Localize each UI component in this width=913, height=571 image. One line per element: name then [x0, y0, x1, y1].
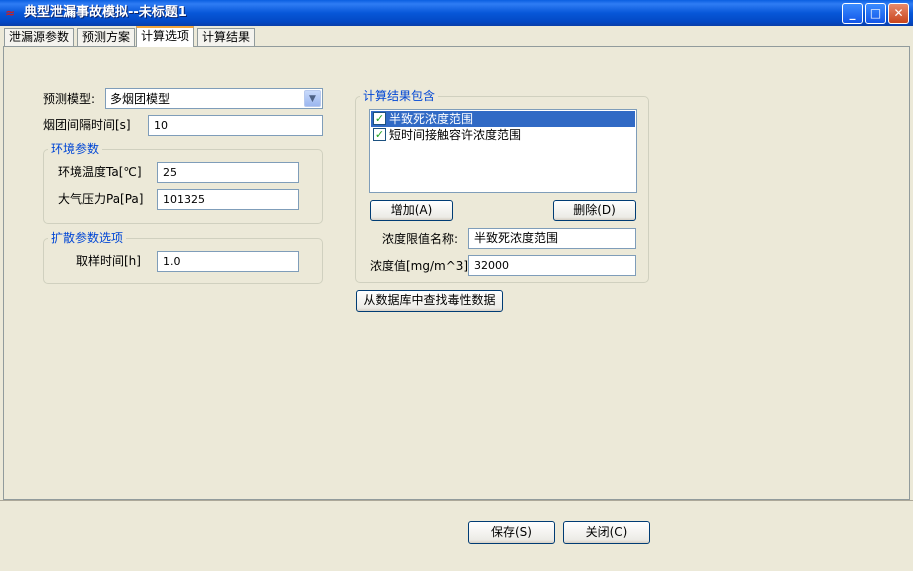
- tab-prediction-plan[interactable]: 预测方案: [77, 28, 136, 46]
- list-item[interactable]: ✓ 半致死浓度范围: [371, 111, 635, 127]
- minimize-button[interactable]: _: [842, 3, 863, 24]
- footer-divider: [0, 500, 913, 501]
- limit-name-input[interactable]: 半致死浓度范围: [468, 228, 636, 249]
- tab-leak-source-params[interactable]: 泄漏源参数: [4, 28, 75, 46]
- window-title: 典型泄漏事故模拟--未标题1: [24, 5, 187, 20]
- model-label: 预测模型:: [43, 92, 96, 106]
- title-bar[interactable]: ≈ 典型泄漏事故模拟--未标题1 _ □ ✕: [0, 0, 913, 26]
- save-button[interactable]: 保存(S): [468, 521, 555, 544]
- concentration-label: 浓度值[mg/m^3]:: [370, 259, 473, 273]
- env-params-group: [43, 149, 323, 224]
- chevron-down-icon[interactable]: ▼: [304, 90, 321, 107]
- app-icon: ≈: [5, 6, 16, 20]
- concentration-input[interactable]: 32000: [468, 255, 636, 276]
- tab-calc-results[interactable]: 计算结果: [197, 28, 256, 46]
- close-window-button[interactable]: ✕: [888, 3, 909, 24]
- interval-input[interactable]: 10: [148, 115, 323, 136]
- pressure-label: 大气压力Pa[Pa]: [58, 192, 144, 206]
- checkbox-checked-icon[interactable]: ✓: [373, 128, 386, 141]
- diffusion-title: 扩散参数选项: [48, 231, 127, 245]
- list-item-label: 半致死浓度范围: [389, 112, 474, 126]
- sample-time-label: 取样时间[h]: [76, 254, 141, 268]
- tab-calc-options[interactable]: 计算选项: [136, 26, 195, 47]
- maximize-button[interactable]: □: [865, 3, 886, 24]
- close-button[interactable]: 关闭(C): [563, 521, 650, 544]
- result-list[interactable]: ✓ 半致死浓度范围 ✓ 短时间接触容许浓度范围: [369, 109, 637, 193]
- lookup-toxicity-button[interactable]: 从数据库中查找毒性数据: [356, 290, 503, 312]
- temp-input[interactable]: 25: [157, 162, 299, 183]
- limit-name-label: 浓度限值名称:: [382, 232, 459, 246]
- list-item[interactable]: ✓ 短时间接触容许浓度范围: [371, 127, 635, 143]
- temp-label: 环境温度Ta[℃]: [58, 165, 142, 179]
- results-title: 计算结果包含: [360, 89, 439, 103]
- env-params-title: 环境参数: [48, 142, 103, 156]
- list-item-label: 短时间接触容许浓度范围: [389, 128, 522, 142]
- model-select[interactable]: 多烟团模型 ▼: [105, 88, 323, 109]
- sample-time-input[interactable]: 1.0: [157, 251, 299, 272]
- delete-button[interactable]: 删除(D): [553, 200, 636, 221]
- add-button[interactable]: 增加(A): [370, 200, 453, 221]
- pressure-input[interactable]: 101325: [157, 189, 299, 210]
- checkbox-checked-icon[interactable]: ✓: [373, 112, 386, 125]
- interval-label: 烟团间隔时间[s]: [43, 118, 131, 132]
- model-select-value: 多烟团模型: [110, 92, 171, 106]
